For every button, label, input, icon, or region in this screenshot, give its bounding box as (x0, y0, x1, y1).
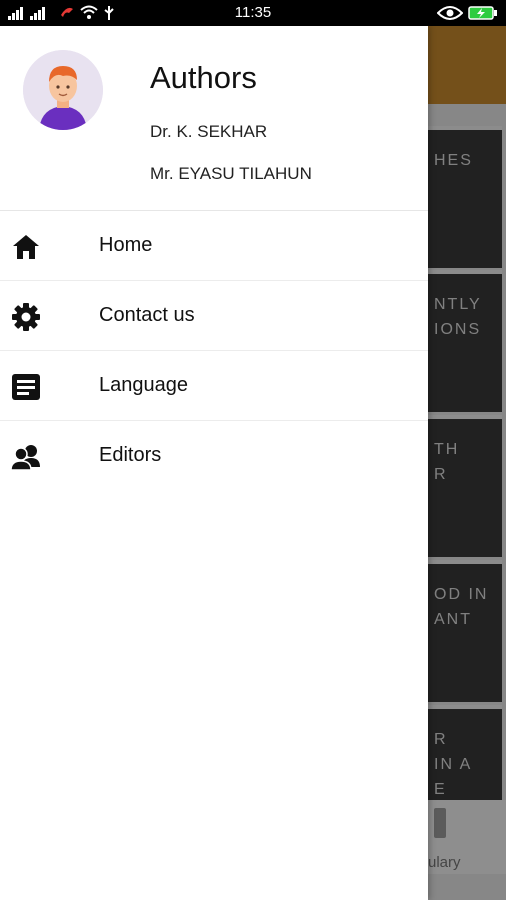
menu-item-contact-us[interactable]: Contact us (0, 281, 428, 351)
navigation-drawer: Authors Dr. K. SEKHAR Mr. EYASU TILAHUN … (0, 26, 428, 900)
gear-icon (12, 303, 40, 331)
author-name: Mr. EYASU TILAHUN (150, 164, 312, 183)
menu-item-language[interactable]: Language (0, 351, 428, 421)
status-icons-right (437, 0, 498, 26)
usb-icon (104, 6, 114, 20)
menu-item-editors[interactable]: Editors (0, 421, 428, 490)
menu-item-label: Contact us (99, 304, 195, 326)
person-avatar-icon (23, 50, 103, 130)
notification-icon (61, 7, 73, 17)
document-icon (12, 374, 40, 400)
drawer-header: Authors Dr. K. SEKHAR Mr. EYASU TILAHUN (0, 26, 428, 211)
status-time: 11:35 (234, 4, 272, 21)
author-name: Dr. K. SEKHAR (150, 122, 268, 141)
drawer-title: Authors (150, 60, 257, 95)
menu-item-label: Home (99, 234, 153, 256)
status-bar: 11:35 (0, 0, 506, 26)
status-icons-left (8, 0, 115, 26)
menu-item-label: Editors (99, 444, 162, 466)
signal-bars-icon (8, 7, 45, 20)
wifi-icon (80, 5, 98, 19)
battery-icon (468, 6, 497, 20)
eye-icon (437, 6, 463, 20)
home-icon (13, 235, 39, 259)
menu-item-home[interactable]: Home (0, 211, 428, 281)
people-icon (10, 445, 40, 471)
menu-item-label: Language (99, 374, 188, 396)
